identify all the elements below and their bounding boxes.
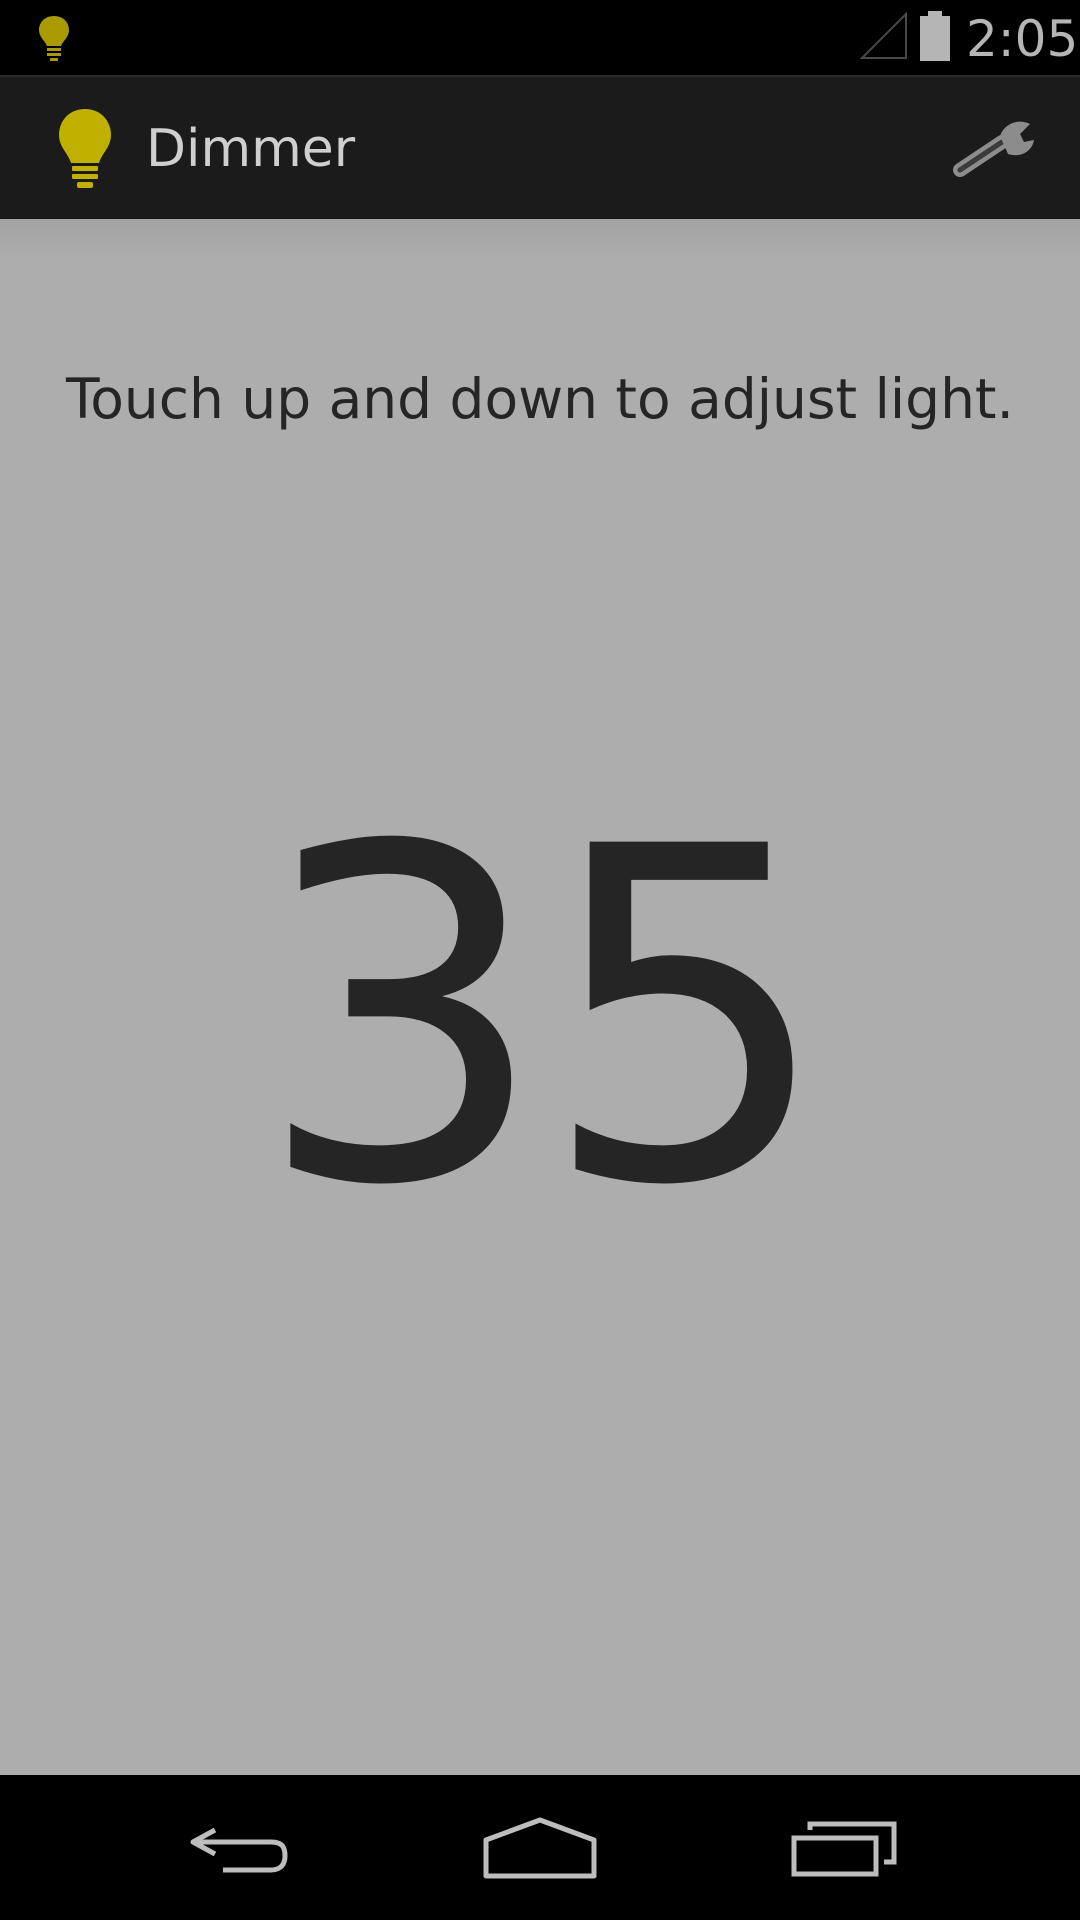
back-icon xyxy=(190,1827,288,1872)
back-button[interactable] xyxy=(160,1795,320,1900)
wrench-icon xyxy=(953,121,1034,177)
brightness-level: 35 xyxy=(255,751,832,1286)
action-bar: Dimmer xyxy=(0,75,1080,219)
recents-button[interactable] xyxy=(765,1795,925,1900)
battery-icon xyxy=(920,11,950,61)
home-icon xyxy=(483,1817,597,1878)
instruction-text: Touch up and down to adjust light. xyxy=(66,367,1014,431)
status-bar: 2:05 xyxy=(0,0,1080,75)
lightbulb-icon xyxy=(39,16,69,61)
app-title: Dimmer xyxy=(146,119,356,179)
home-button[interactable] xyxy=(460,1795,620,1900)
lightbulb-icon xyxy=(59,109,111,188)
status-clock: 2:05 xyxy=(966,10,1079,68)
navigation-bar xyxy=(0,1775,1080,1920)
screen: 2:05 Dimmer Touch up and down to adjust … xyxy=(0,0,1080,1920)
dimmer-touch-area[interactable]: Touch up and down to adjust light. 35 xyxy=(0,219,1080,1775)
recents-icon xyxy=(791,1821,897,1876)
signal-icon xyxy=(860,12,907,59)
settings-button[interactable] xyxy=(940,101,1050,197)
